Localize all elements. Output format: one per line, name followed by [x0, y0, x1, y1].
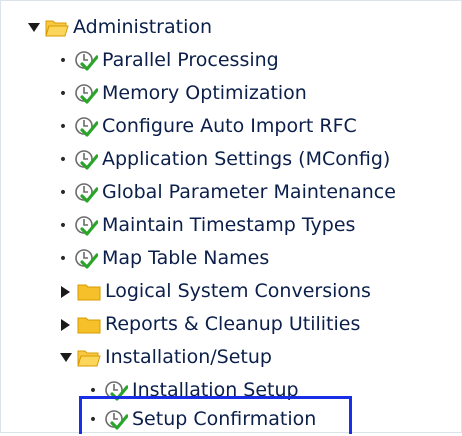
bullet-icon: •	[58, 118, 68, 135]
bullet-icon: •	[58, 250, 68, 267]
tree-node-installation-setup[interactable]: Installation/Setup	[59, 341, 272, 374]
tree-node-administration[interactable]: Administration	[27, 11, 212, 44]
tree-item-map-table-names[interactable]: • Map Table Names	[59, 242, 269, 275]
tree-item-label: Parallel Processing	[102, 49, 279, 71]
tree-item-global-parameter-maintenance[interactable]: • Global Parameter Maintenance	[59, 176, 396, 209]
folder-closed-icon	[77, 281, 102, 303]
tree-node-label: Reports & Cleanup Utilities	[105, 313, 361, 335]
bullet-icon: •	[58, 217, 68, 234]
tree-item-label: Map Table Names	[102, 247, 270, 269]
clock-check-icon	[74, 83, 99, 105]
tree-node-reports-cleanup-utilities[interactable]: Reports & Cleanup Utilities	[59, 308, 360, 341]
expand-arrow-down-icon[interactable]	[27, 21, 41, 35]
bullet-icon: •	[58, 151, 68, 168]
bullet-icon: •	[58, 52, 68, 69]
tree-node-label: Logical System Conversions	[105, 280, 371, 302]
tree-node-label: Installation/Setup	[105, 346, 272, 368]
expand-arrow-right-icon[interactable]	[59, 318, 73, 332]
tree-node-label: Administration	[73, 16, 213, 38]
clock-check-icon	[74, 116, 99, 138]
clock-check-icon	[74, 215, 99, 237]
folder-closed-icon	[77, 314, 102, 336]
tree-item-configure-auto-import-rfc[interactable]: • Configure Auto Import RFC	[59, 110, 357, 143]
tree-item-label: Global Parameter Maintenance	[102, 181, 396, 203]
clock-check-icon	[74, 149, 99, 171]
tree-node-logical-system-conversions[interactable]: Logical System Conversions	[59, 275, 371, 308]
tree-item-application-settings[interactable]: • Application Settings (MConfig)	[59, 143, 390, 176]
clock-check-icon	[74, 248, 99, 270]
clock-check-icon	[74, 50, 99, 72]
tree-item-memory-optimization[interactable]: • Memory Optimization	[59, 77, 307, 110]
tree-item-label: Memory Optimization	[102, 82, 307, 104]
tree-item-parallel-processing[interactable]: • Parallel Processing	[59, 44, 279, 77]
tree-panel: Administration • Parallel Processing • M…	[0, 0, 462, 434]
tree-item-maintain-timestamp-types[interactable]: • Maintain Timestamp Types	[59, 209, 355, 242]
tree-item-label: Application Settings (MConfig)	[102, 148, 391, 170]
folder-open-icon	[77, 347, 102, 369]
bullet-icon: •	[58, 184, 68, 201]
tree-item-label: Configure Auto Import RFC	[102, 115, 357, 137]
selection-highlight-box	[79, 396, 352, 434]
bullet-icon: •	[58, 85, 68, 102]
tree-item-label: Maintain Timestamp Types	[102, 214, 356, 236]
folder-open-icon	[45, 17, 70, 39]
clock-check-icon	[74, 182, 99, 204]
expand-arrow-down-icon[interactable]	[59, 351, 73, 365]
expand-arrow-right-icon[interactable]	[59, 285, 73, 299]
